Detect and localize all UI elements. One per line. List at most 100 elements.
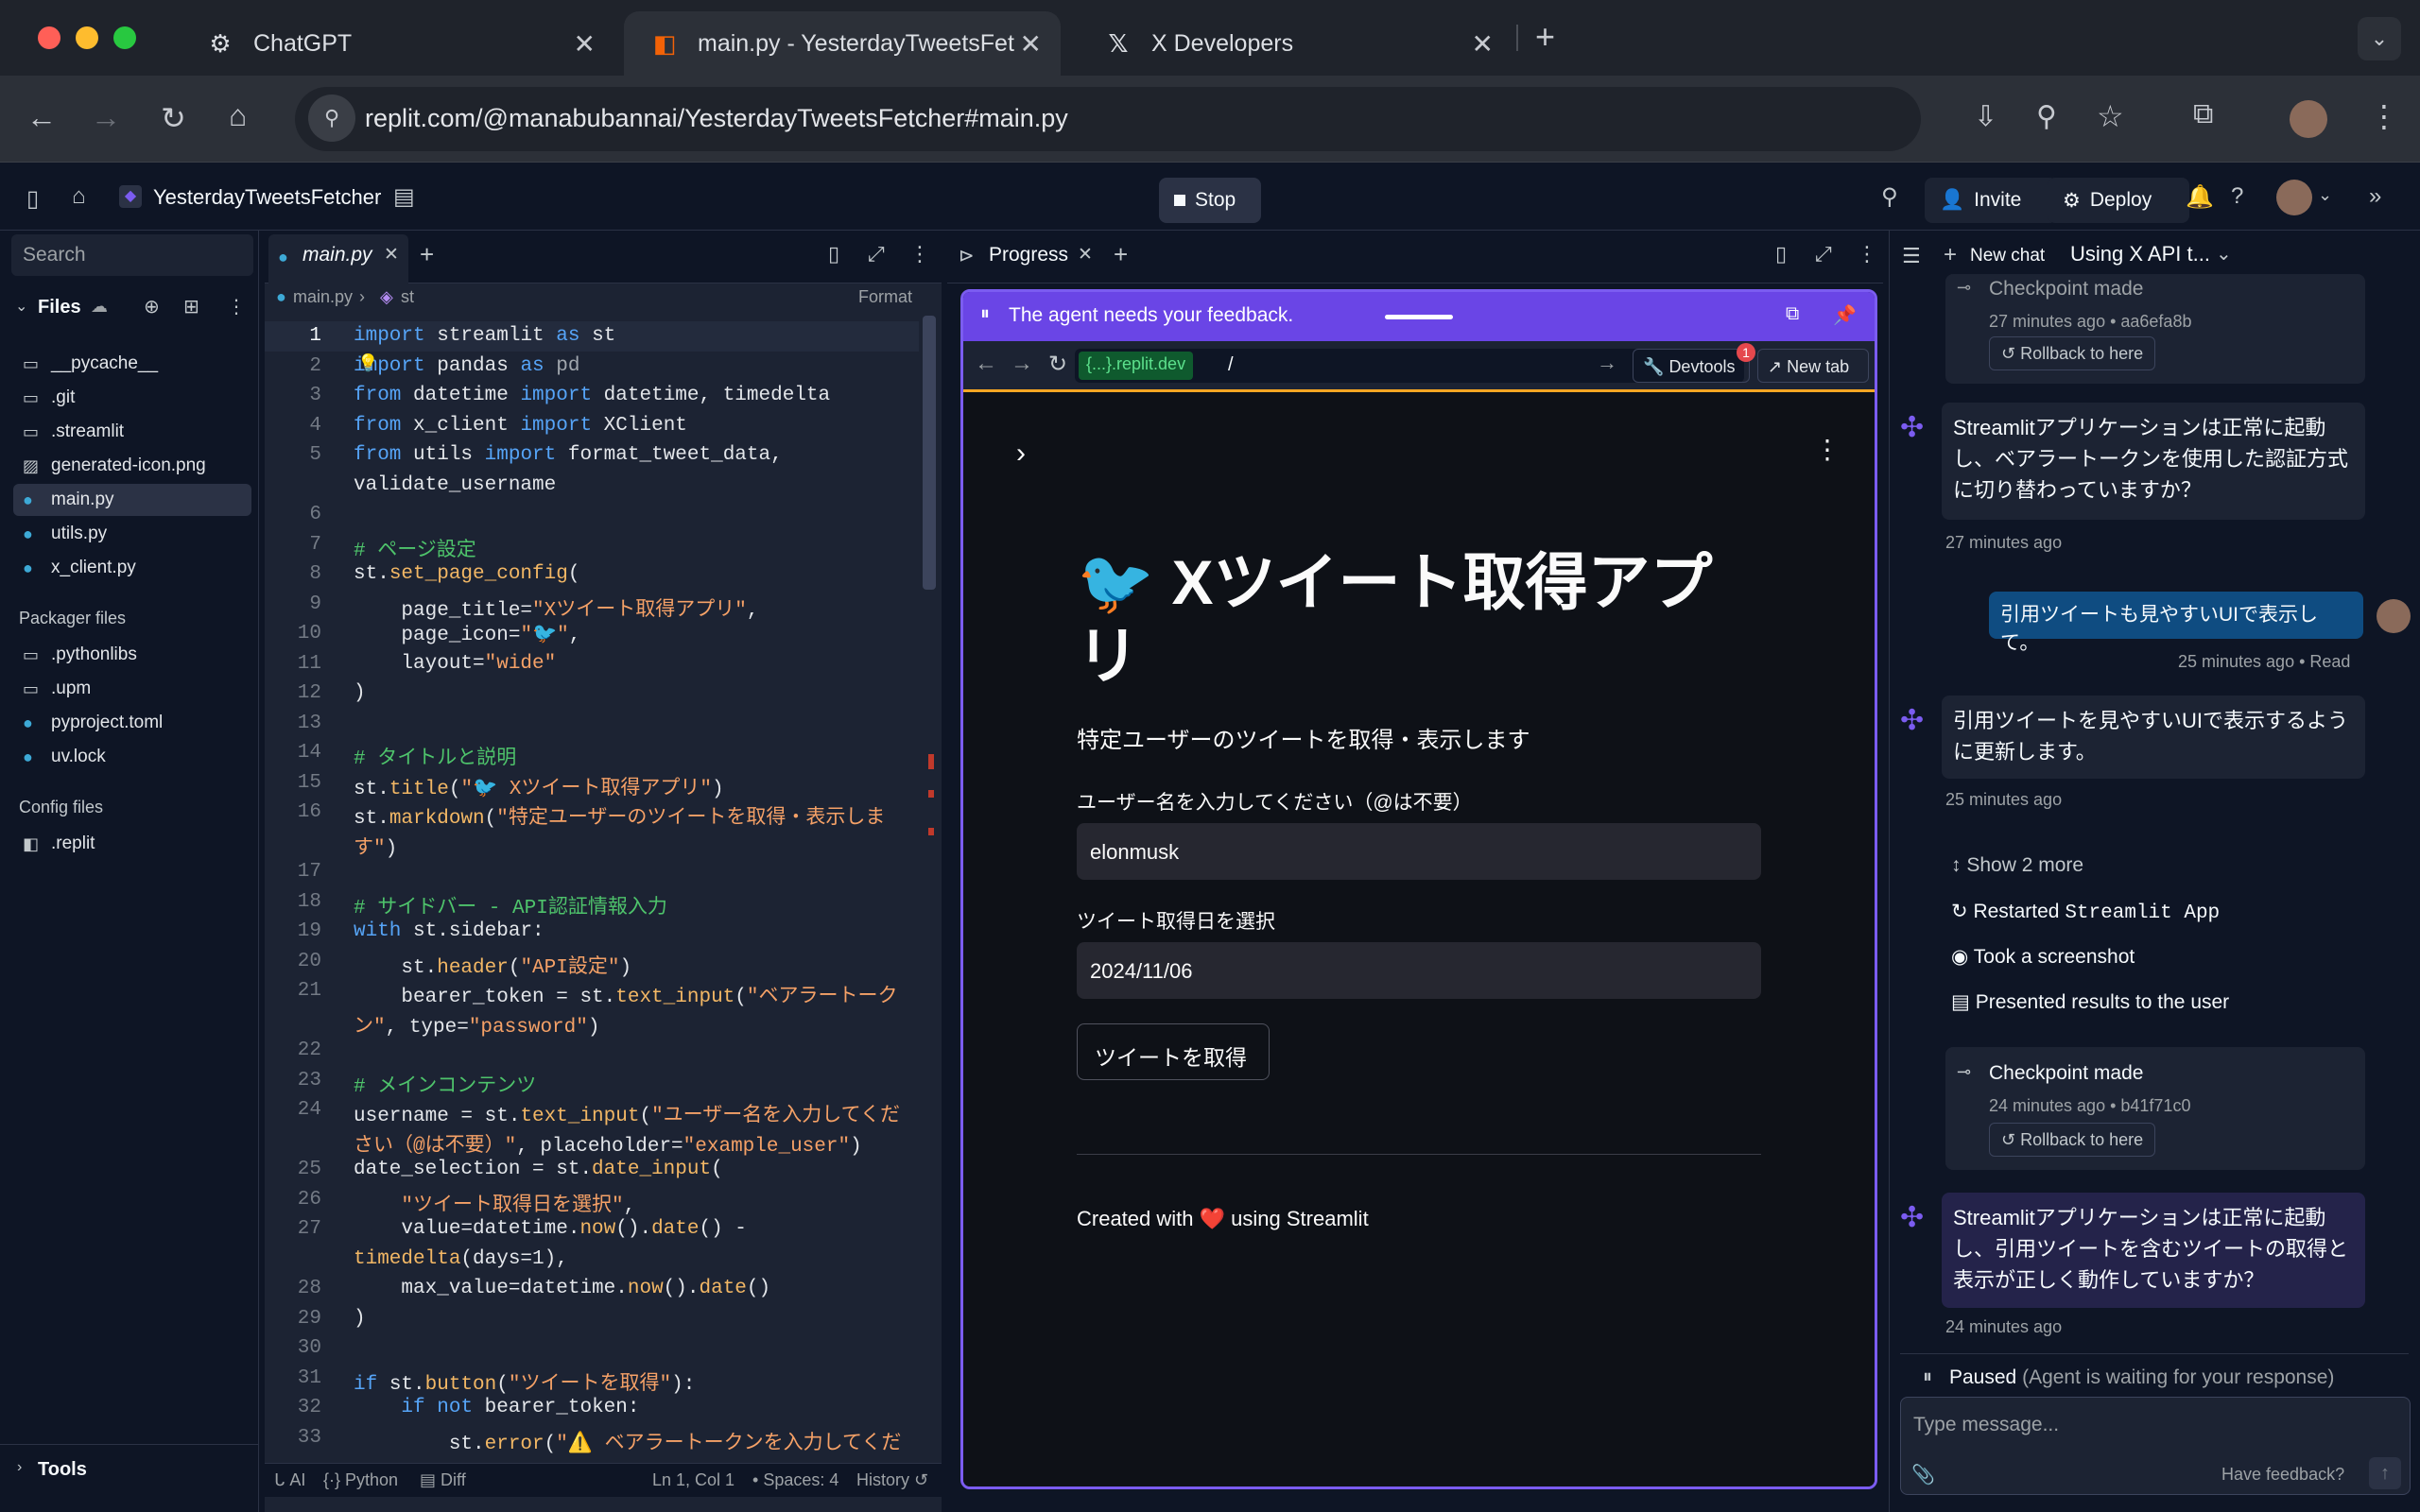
sidebar-expand-icon[interactable]: ›: [1016, 438, 1026, 470]
split-pane-icon[interactable]: ▯: [828, 242, 839, 266]
forward-arrow-icon[interactable]: →: [1011, 351, 1033, 377]
fetch-tweets-button[interactable]: ツイートを取得: [1077, 1023, 1270, 1080]
deploy-button[interactable]: ⚙ Deploy: [2048, 178, 2189, 223]
maximize-window-button[interactable]: [113, 26, 136, 49]
breadcrumb-symbol[interactable]: st: [401, 287, 414, 307]
pin-icon[interactable]: 📌: [1833, 303, 1857, 327]
rollback-button[interactable]: ↺ Rollback to here: [1989, 336, 2156, 370]
install-app-icon[interactable]: ⇩: [1974, 100, 1997, 133]
project-name[interactable]: YesterdayTweetsFetcher: [153, 185, 381, 210]
close-icon[interactable]: ✕: [1472, 28, 1494, 60]
files-menu-icon[interactable]: ⋮: [227, 295, 246, 318]
file-item-replit[interactable]: ◧ .replit: [13, 828, 251, 860]
invite-button[interactable]: 👤 Invite: [1925, 178, 2057, 223]
format-button[interactable]: Format: [858, 287, 912, 307]
back-arrow-icon[interactable]: ←: [26, 100, 57, 135]
browser-tab-chatgpt[interactable]: ⚙ ChatGPT ✕: [180, 11, 614, 76]
home-icon[interactable]: ⌂: [229, 98, 247, 133]
cursor-position[interactable]: Ln 1, Col 1: [652, 1470, 735, 1490]
bell-icon[interactable]: 🔔: [2186, 183, 2214, 211]
file-item-streamlit[interactable]: ▭ .streamlit: [13, 416, 251, 448]
go-arrow-icon[interactable]: →: [1597, 351, 1617, 375]
stop-button[interactable]: Stop: [1159, 178, 1261, 223]
new-folder-icon[interactable]: ⊞: [183, 295, 199, 318]
forward-arrow-icon[interactable]: →: [91, 100, 121, 135]
feedback-link[interactable]: Have feedback?: [2221, 1465, 2344, 1485]
popout-icon[interactable]: ⧉: [1786, 303, 1799, 325]
maximize-icon[interactable]: ⤢: [1815, 242, 1832, 266]
database-icon[interactable]: ▤: [393, 183, 415, 211]
profile-avatar[interactable]: [2290, 100, 2327, 138]
zoom-icon[interactable]: ⚲: [2036, 100, 2057, 133]
back-arrow-icon[interactable]: ←: [975, 351, 997, 377]
add-tab-icon[interactable]: +: [420, 240, 434, 269]
breadcrumb-file[interactable]: main.py: [293, 287, 353, 307]
home-icon[interactable]: ⌂: [72, 183, 86, 210]
file-item-x-client-py[interactable]: ● x_client.py: [13, 552, 251, 584]
rollback-button[interactable]: ↺ Rollback to here: [1989, 1123, 2156, 1157]
history-status[interactable]: History ↺: [856, 1470, 928, 1490]
new-file-icon[interactable]: ⊕: [144, 295, 160, 318]
close-icon[interactable]: ✕: [574, 28, 596, 60]
url-text[interactable]: replit.com/@manabubannai/YesterdayTweets…: [365, 104, 1068, 133]
diff-status[interactable]: ▤ Diff: [420, 1470, 466, 1490]
new-tab-button[interactable]: ↗ New tab: [1757, 349, 1869, 383]
minimize-window-button[interactable]: [76, 26, 98, 49]
chevron-down-icon[interactable]: ⌄: [15, 297, 27, 316]
reload-icon[interactable]: ↻: [1048, 351, 1067, 378]
chevron-down-icon[interactable]: ⌄: [2216, 242, 2232, 266]
progress-tab-label[interactable]: Progress: [989, 244, 1068, 266]
new-tab-icon[interactable]: +: [1535, 17, 1555, 57]
file-item-pythonlibs[interactable]: ▭ .pythonlibs: [13, 639, 251, 671]
editor-scrollbar[interactable]: [923, 316, 936, 590]
browser-menu-icon[interactable]: ⋮: [2369, 98, 2399, 134]
chevron-down-icon[interactable]: ⌄: [2318, 185, 2332, 205]
chat-input[interactable]: Type message...: [1913, 1414, 2059, 1436]
close-window-button[interactable]: [38, 26, 60, 49]
drag-handle[interactable]: [1385, 315, 1453, 319]
spaces-status[interactable]: • Spaces: 4: [752, 1470, 838, 1490]
date-input[interactable]: 2024/11/06: [1077, 942, 1761, 999]
chat-title-dropdown[interactable]: Using X API t...: [2070, 242, 2210, 266]
user-avatar[interactable]: [2276, 180, 2312, 215]
search-input[interactable]: Search: [11, 234, 253, 276]
browser-tab-x-developers[interactable]: 𝕏 X Developers ✕: [1078, 11, 1512, 76]
ai-status[interactable]: ᒐ AI: [274, 1470, 305, 1490]
devtools-button[interactable]: 🔧 Devtools: [1633, 349, 1750, 383]
file-item-generated-icon[interactable]: ▨ generated-icon.png: [13, 450, 251, 482]
extensions-puzzle-icon[interactable]: ⧉: [2193, 98, 2213, 130]
attach-icon[interactable]: 📎: [1911, 1463, 1935, 1486]
close-icon[interactable]: ✕: [1020, 28, 1042, 60]
file-item-pycache[interactable]: ▭ __pycache__: [13, 348, 251, 380]
split-pane-icon[interactable]: ▯: [1775, 242, 1787, 266]
file-item-uv-lock[interactable]: ● uv.lock: [13, 741, 251, 773]
file-item-upm[interactable]: ▭ .upm: [13, 673, 251, 705]
chevron-right-icon[interactable]: ›: [17, 1459, 22, 1476]
file-item-pyproject[interactable]: ● pyproject.toml: [13, 707, 251, 739]
chat-list-icon[interactable]: ☰: [1902, 244, 1921, 268]
file-item-main-py[interactable]: ● main.py: [13, 484, 251, 516]
browser-tab-replit[interactable]: ◧ main.py - YesterdayTweetsFet ✕: [624, 11, 1061, 76]
add-tab-icon[interactable]: +: [1114, 240, 1128, 269]
send-button[interactable]: ↑: [2369, 1457, 2401, 1489]
reload-icon[interactable]: ↻: [161, 100, 186, 136]
maximize-icon[interactable]: ⤢: [868, 242, 885, 266]
language-status[interactable]: {·} Python: [323, 1470, 398, 1490]
show-more-button[interactable]: ↕ Show 2 more: [1951, 854, 2083, 877]
username-input[interactable]: elonmusk: [1077, 823, 1761, 880]
pane-menu-icon[interactable]: ⋮: [1857, 242, 1877, 266]
lightbulb-icon[interactable]: 💡: [357, 353, 378, 373]
bookmark-star-icon[interactable]: ☆: [2097, 98, 2124, 134]
tab-search-chevron-icon[interactable]: ⌄: [2358, 17, 2401, 60]
files-heading[interactable]: Files: [38, 297, 81, 318]
sidebar-toggle-icon[interactable]: ▯: [26, 185, 39, 213]
app-menu-icon[interactable]: ⋮: [1814, 434, 1841, 465]
site-settings-icon[interactable]: ⚲: [308, 94, 355, 142]
search-icon[interactable]: ⚲: [1881, 183, 1898, 211]
help-icon[interactable]: ?: [2231, 183, 2243, 210]
close-icon[interactable]: ✕: [1078, 244, 1093, 266]
tools-heading[interactable]: Tools: [38, 1459, 87, 1481]
pane-menu-icon[interactable]: ⋮: [909, 242, 930, 266]
file-item-utils-py[interactable]: ● utils.py: [13, 518, 251, 550]
collapse-panels-icon[interactable]: »: [2369, 183, 2381, 210]
